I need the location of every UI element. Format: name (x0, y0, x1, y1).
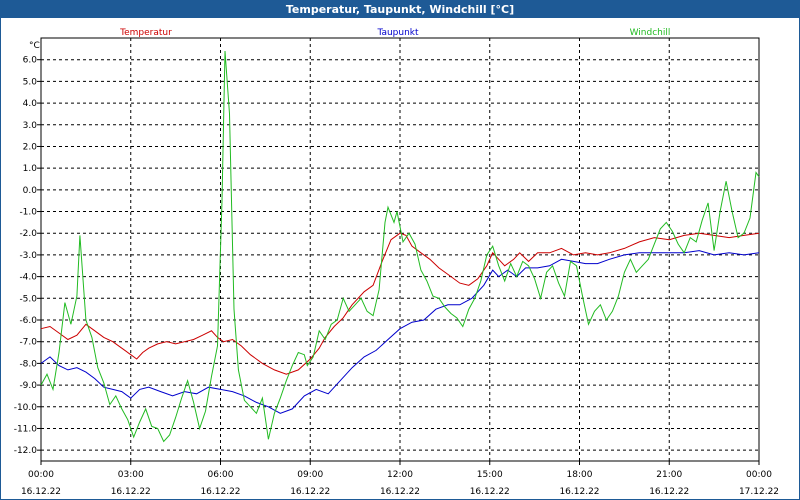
y-tick-label: 6.0 (23, 56, 38, 66)
y-tick-label: -5.0 (19, 294, 37, 304)
y-tick-label: -7.0 (19, 338, 37, 348)
y-tick-label: -9.0 (19, 381, 37, 391)
y-tick-label: -11.0 (14, 424, 38, 434)
y-tick-label: -12.0 (14, 446, 38, 456)
x-tick-date: 16.12.22 (111, 487, 151, 497)
y-tick-label: -2.0 (19, 229, 37, 239)
x-tick-date: 17.12.22 (739, 487, 779, 497)
y-tick-label: -3.0 (19, 251, 37, 261)
y-tick-label: -10.0 (14, 403, 38, 413)
y-axis-unit: °C (29, 41, 40, 51)
x-tick-time: 06:00 (208, 470, 234, 480)
y-tick-label: -6.0 (19, 316, 37, 326)
legend-temperatur: Temperatur (119, 28, 172, 38)
chart-window: Temperatur, Taupunkt, Windchill [°C] 6.0… (0, 0, 800, 500)
x-tick-time: 15:00 (477, 470, 503, 480)
y-tick-label: 2.0 (23, 142, 38, 152)
x-tick-time: 00:00 (746, 470, 772, 480)
x-tick-date: 16.12.22 (649, 487, 689, 497)
x-tick-time: 03:00 (118, 470, 144, 480)
y-tick-label: 0.0 (23, 186, 38, 196)
x-tick-time: 00:00 (28, 470, 54, 480)
x-tick-time: 12:00 (387, 470, 413, 480)
y-tick-label: -1.0 (19, 208, 37, 218)
x-tick-time: 09:00 (297, 470, 323, 480)
x-tick-time: 21:00 (656, 470, 682, 480)
x-tick-date: 16.12.22 (380, 487, 420, 497)
y-tick-label: 1.0 (23, 164, 38, 174)
x-tick-date: 16.12.22 (290, 487, 330, 497)
x-tick-date: 16.12.22 (470, 487, 510, 497)
legend-taupunkt: Taupunkt (376, 28, 419, 38)
x-tick-date: 16.12.22 (559, 487, 599, 497)
y-tick-label: -8.0 (19, 359, 37, 369)
x-tick-date: 16.12.22 (200, 487, 240, 497)
legend-windchill: Windchill (630, 28, 671, 38)
y-tick-label: 4.0 (23, 99, 38, 109)
y-tick-label: -4.0 (19, 273, 37, 283)
y-tick-label: 5.0 (23, 77, 38, 87)
chart-canvas: 6.0 5.0 4.0 3.0 2.0 1.0 0.0 -1.0 -2.0 -3.0 -4.0 -5.… (14, 28, 779, 497)
x-tick-time: 18:00 (567, 470, 593, 480)
y-tick-label: 3.0 (23, 121, 38, 131)
x-tick-date: 16.12.22 (21, 487, 61, 497)
